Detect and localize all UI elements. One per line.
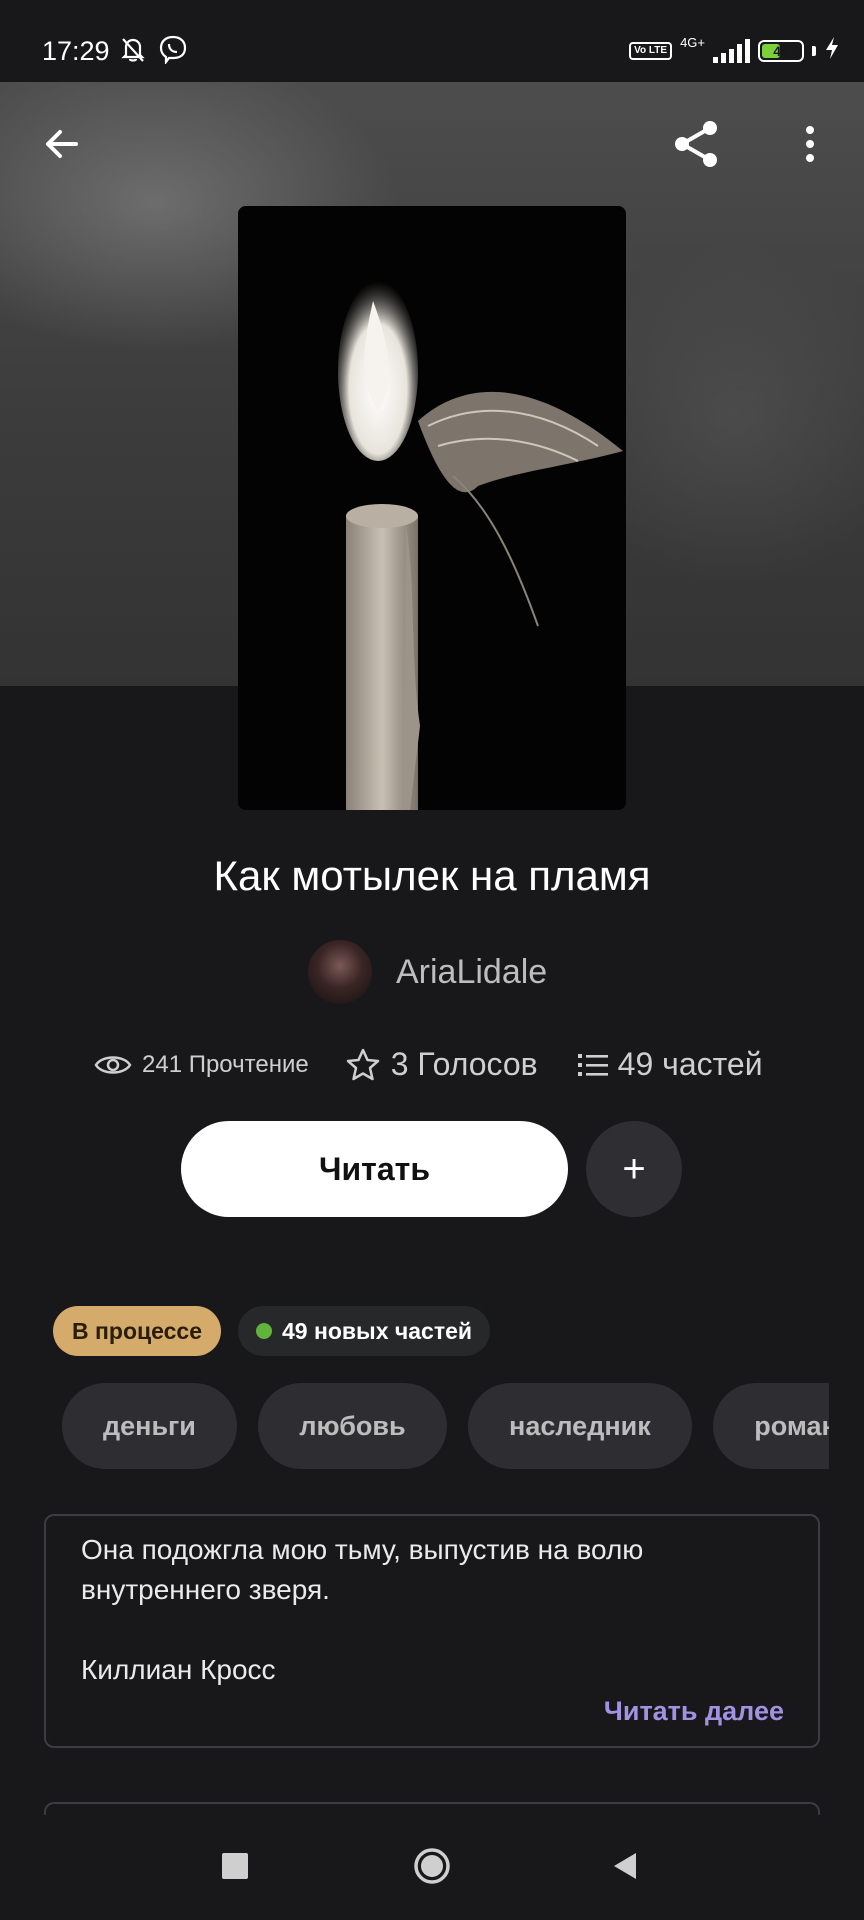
parts-count: 49 частей bbox=[617, 1046, 763, 1082]
viber-icon bbox=[158, 34, 188, 69]
network-type: 4G+ bbox=[680, 35, 705, 50]
new-parts-badge: 49 новых частей bbox=[238, 1306, 491, 1356]
status-time: 17:29 bbox=[42, 36, 110, 66]
home-button[interactable] bbox=[413, 1847, 451, 1885]
battery-level: 46 bbox=[773, 42, 789, 59]
description-text: Она подожгла мою тьму, выпустив на волю … bbox=[81, 1534, 644, 1605]
reads-count: 241 Прочтение bbox=[142, 1050, 309, 1078]
charging-icon bbox=[824, 36, 840, 65]
candle-moth-illustration bbox=[238, 206, 626, 810]
tag-chip[interactable]: любовь bbox=[258, 1383, 447, 1469]
stat-reads: 241 Прочтение bbox=[94, 1051, 309, 1079]
add-to-library-button[interactable]: + bbox=[586, 1121, 682, 1217]
mute-bell-icon bbox=[118, 34, 148, 69]
tag-chip[interactable]: наследник bbox=[468, 1383, 692, 1469]
volte-badge: Vo LTE bbox=[629, 41, 673, 60]
votes-count: 3 Голосов bbox=[390, 1046, 538, 1082]
plus-icon: + bbox=[622, 1146, 646, 1191]
story-stats: 241 Прочтение 3 Голосов 49 частей bbox=[94, 1046, 794, 1083]
status-badge: В процессе bbox=[53, 1306, 221, 1356]
more-options-button[interactable] bbox=[778, 112, 842, 176]
author-link[interactable]: AriaLidale bbox=[308, 940, 547, 1004]
back-button[interactable] bbox=[30, 112, 94, 176]
signal-icon bbox=[713, 38, 750, 63]
story-cover[interactable] bbox=[238, 206, 626, 810]
status-bar: 17:29 Vo LTE 4G+ 46 bbox=[0, 0, 864, 82]
tag-chip[interactable]: деньги bbox=[62, 1383, 237, 1469]
read-more-link[interactable]: Читать далее bbox=[604, 1696, 784, 1727]
list-icon bbox=[577, 1053, 608, 1076]
status-right-icons: Vo LTE 4G+ 46 bbox=[629, 35, 840, 65]
new-dot-icon bbox=[256, 1323, 272, 1339]
star-icon bbox=[346, 1048, 379, 1080]
description-card: Она подожгла мою тьму, выпустив на волю … bbox=[44, 1514, 820, 1748]
description-author-line: Киллиан Кросс bbox=[81, 1654, 276, 1685]
new-parts-label: 49 новых частей bbox=[282, 1317, 473, 1344]
more-vertical-icon bbox=[806, 126, 814, 162]
recents-button[interactable] bbox=[222, 1853, 248, 1879]
author-name[interactable]: AriaLidale bbox=[396, 953, 547, 992]
read-button[interactable]: Читать bbox=[181, 1121, 568, 1217]
stat-votes: 3 Голосов bbox=[345, 1046, 538, 1083]
status-left-icons bbox=[118, 34, 188, 69]
avatar[interactable] bbox=[308, 940, 372, 1004]
share-icon bbox=[675, 121, 717, 167]
tag-chip[interactable]: роман bbox=[713, 1383, 829, 1469]
eye-icon bbox=[94, 1055, 132, 1074]
tag-list: деньги любовь наследник роман bbox=[62, 1383, 829, 1469]
share-button[interactable] bbox=[664, 112, 728, 176]
arrow-left-icon bbox=[46, 130, 78, 158]
story-title: Как мотылек на пламя bbox=[213, 852, 651, 899]
stat-parts: 49 частей bbox=[577, 1046, 763, 1083]
battery-icon: 46 bbox=[758, 39, 804, 62]
back-triangle-button[interactable] bbox=[610, 1851, 640, 1881]
